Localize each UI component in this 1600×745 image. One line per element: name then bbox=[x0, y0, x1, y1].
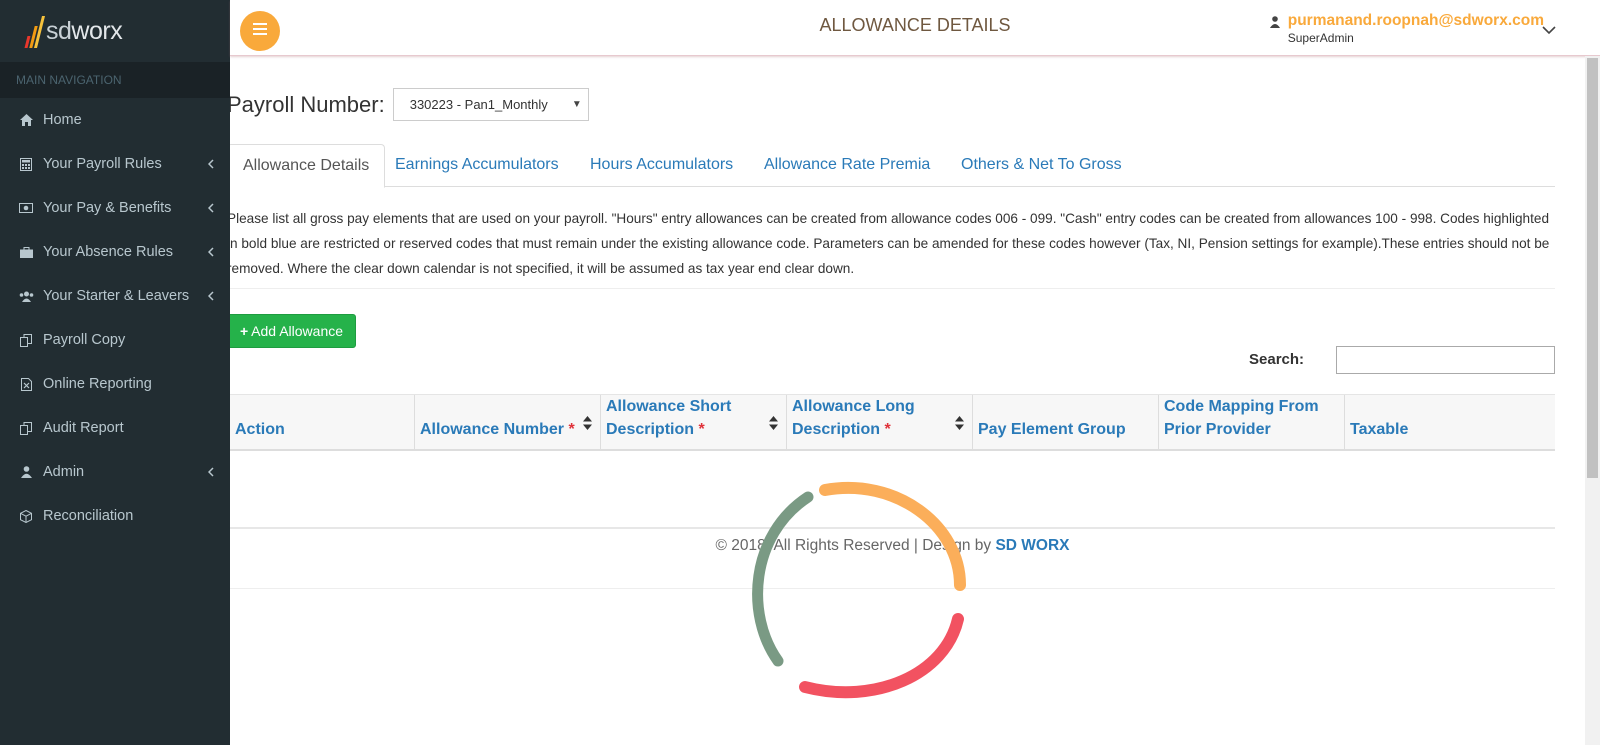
column-header-pay-element-group: Pay Element Group bbox=[973, 395, 1159, 449]
add-allowance-button[interactable]: + Add Allowance bbox=[230, 314, 356, 348]
main-navigation-header: MAIN NAVIGATION bbox=[0, 62, 230, 98]
column-header-allowance-number[interactable]: Allowance Number * bbox=[415, 395, 601, 449]
tab-others-net-to-gross[interactable]: Others & Net To Gross bbox=[946, 144, 1137, 187]
main-content: Payroll Number: 330223 - Pan1_Monthly ▼ … bbox=[230, 56, 1555, 745]
column-label: Taxable bbox=[1350, 421, 1409, 438]
user-icon bbox=[1269, 15, 1280, 45]
money-icon bbox=[18, 200, 34, 216]
column-header-taxable: Taxable bbox=[1345, 395, 1555, 449]
sidebar-item-online-reporting[interactable]: Online Reporting bbox=[0, 362, 230, 406]
sidebar-item-label: Online Reporting bbox=[43, 376, 152, 392]
sidebar-item-admin[interactable]: Admin bbox=[0, 450, 230, 494]
column-label: Code Mapping From Prior Provider bbox=[1164, 398, 1319, 438]
sdworx-logo[interactable]: sdworx bbox=[0, 0, 230, 62]
sidebar-item-starter-leavers[interactable]: Your Starter & Leavers bbox=[0, 274, 230, 318]
sidebar-item-reconciliation[interactable]: Reconciliation bbox=[0, 494, 230, 538]
users-icon bbox=[18, 288, 34, 304]
logo-text: sdworx bbox=[46, 16, 123, 45]
logo-mark-icon bbox=[24, 14, 45, 48]
chevron-left-icon bbox=[207, 289, 214, 305]
column-header-action: Action bbox=[230, 395, 415, 449]
footer-brand-link[interactable]: SD WORX bbox=[995, 537, 1069, 554]
sidebar-nav: Home Your Payroll Rules Your Pay & Benef… bbox=[0, 98, 230, 538]
user-email[interactable]: purmanand.roopnah@sdworx.com bbox=[1288, 12, 1544, 30]
sidebar-item-home[interactable]: Home bbox=[0, 98, 230, 142]
tab-earnings-accumulators[interactable]: Earnings Accumulators bbox=[380, 144, 574, 187]
sidebar-item-label: Your Absence Rules bbox=[43, 244, 174, 260]
footer-divider bbox=[230, 588, 1555, 589]
required-marker: * bbox=[698, 421, 705, 438]
divider bbox=[230, 288, 1555, 289]
add-allowance-label: Add Allowance bbox=[251, 323, 344, 339]
sort-icon[interactable] bbox=[583, 414, 592, 437]
payroll-number-value: 330223 - Pan1_Monthly bbox=[409, 97, 548, 112]
sidebar-item-audit-report[interactable]: Audit Report bbox=[0, 406, 230, 450]
user-icon bbox=[18, 464, 34, 480]
sidebar-item-label: Audit Report bbox=[43, 420, 124, 436]
sidebar-item-payroll-copy[interactable]: Payroll Copy bbox=[0, 318, 230, 362]
user-menu[interactable]: purmanand.roopnah@sdworx.com SuperAdmin bbox=[1269, 12, 1544, 45]
sort-icon[interactable] bbox=[769, 414, 778, 437]
top-bar: ALLOWANCE DETAILS purmanand.roopnah@sdwo… bbox=[230, 0, 1600, 56]
calculator-icon bbox=[18, 156, 34, 172]
hamburger-icon bbox=[253, 22, 267, 40]
excel-file-icon bbox=[18, 376, 34, 392]
scrollbar-thumb[interactable] bbox=[1587, 58, 1598, 478]
chevron-left-icon bbox=[207, 157, 214, 173]
footer-divider bbox=[230, 527, 1555, 529]
chevron-left-icon bbox=[207, 201, 214, 217]
sidebar-item-label: Your Starter & Leavers bbox=[43, 288, 190, 304]
sidebar-item-label: Reconciliation bbox=[43, 508, 134, 524]
column-label: Pay Element Group bbox=[978, 421, 1126, 438]
payroll-number-label: Payroll Number: bbox=[230, 91, 385, 117]
sidebar-item-label: Admin bbox=[43, 464, 85, 480]
sidebar-item-label: Your Pay & Benefits bbox=[43, 200, 172, 216]
tab-bar: Allowance Details Earnings Accumulators … bbox=[230, 144, 1555, 188]
search-label: Search: bbox=[1249, 351, 1305, 368]
sort-icon[interactable] bbox=[955, 414, 964, 437]
instructions-text: Please list all gross pay elements that … bbox=[230, 211, 1550, 276]
payroll-number-select[interactable]: 330223 - Pan1_Monthly ▼ bbox=[392, 88, 589, 121]
dropdown-arrow-icon: ▼ bbox=[571, 99, 582, 110]
allowance-table-header: Action Allowance Number * Allowance Shor… bbox=[230, 394, 1555, 451]
tab-allowance-details[interactable]: Allowance Details bbox=[230, 144, 386, 188]
column-label: Allowance Short Description * bbox=[606, 398, 732, 438]
column-header-long-description[interactable]: Allowance Long Description * bbox=[787, 395, 973, 449]
chevron-left-icon bbox=[207, 465, 214, 481]
sidebar-item-pay-benefits[interactable]: Your Pay & Benefits bbox=[0, 186, 230, 230]
column-label: Allowance Number * bbox=[420, 421, 575, 438]
home-icon bbox=[18, 112, 34, 128]
user-role: SuperAdmin bbox=[1287, 31, 1354, 45]
menu-toggle-button[interactable] bbox=[240, 11, 280, 51]
payroll-number-row: Payroll Number: 330223 - Pan1_Monthly ▼ bbox=[230, 88, 589, 121]
copy-icon bbox=[18, 420, 34, 436]
sidebar-item-label: Your Payroll Rules bbox=[43, 156, 162, 172]
tab-allowance-rate-premia[interactable]: Allowance Rate Premia bbox=[749, 144, 945, 187]
copy-icon bbox=[18, 332, 34, 348]
column-header-short-description[interactable]: Allowance Short Description * bbox=[601, 395, 787, 449]
footer-copyright: © 2018. All Rights Reserved | Design by bbox=[715, 537, 996, 554]
tab-hours-accumulators[interactable]: Hours Accumulators bbox=[575, 144, 748, 187]
sidebar-item-label: Home bbox=[43, 112, 82, 128]
chevron-down-icon[interactable] bbox=[1542, 22, 1556, 40]
column-label: Action bbox=[235, 421, 285, 438]
sidebar: sdworx MAIN NAVIGATION Home Your Payroll… bbox=[0, 0, 230, 745]
cube-icon bbox=[18, 508, 34, 524]
sidebar-item-label: Payroll Copy bbox=[43, 332, 126, 348]
sidebar-item-absence-rules[interactable]: Your Absence Rules bbox=[0, 230, 230, 274]
required-marker: * bbox=[884, 421, 891, 438]
required-marker: * bbox=[568, 421, 575, 438]
footer: © 2018. All Rights Reserved | Design by … bbox=[230, 537, 1555, 555]
plus-icon: + bbox=[239, 323, 249, 339]
column-header-code-mapping: Code Mapping From Prior Provider bbox=[1159, 395, 1345, 449]
sidebar-item-payroll-rules[interactable]: Your Payroll Rules bbox=[0, 142, 230, 186]
column-label: Allowance Long Description * bbox=[792, 398, 915, 438]
search-input[interactable] bbox=[1336, 346, 1555, 374]
briefcase-icon bbox=[18, 244, 34, 260]
chevron-left-icon bbox=[207, 245, 214, 261]
